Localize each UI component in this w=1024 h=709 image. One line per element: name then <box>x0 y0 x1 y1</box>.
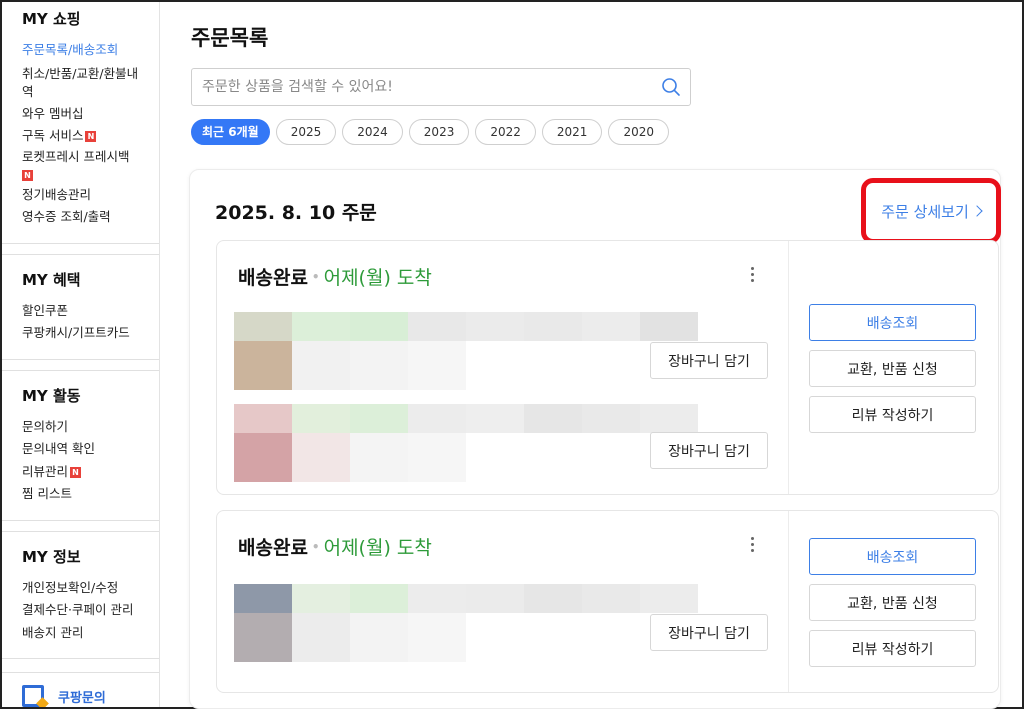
period-filter: 최근 6개월 2025 2024 2023 2022 2021 2020 <box>191 119 669 145</box>
sidebar-item-subscription[interactable]: 구독 서비스 N <box>22 125 159 148</box>
sidebar-item-orders[interactable]: 주문목록/배송조회 <box>22 39 159 62</box>
shipment-group: 배송완료 • 어제(월) 도착 장바구니 담기 배송조회 교환, 반품 신청 리뷰 … <box>216 510 999 693</box>
product-image-blurred <box>234 404 698 482</box>
period-chip-2025[interactable]: 2025 <box>275 119 337 145</box>
period-chip-2020[interactable]: 2020 <box>608 119 669 145</box>
sidebar-section-title: MY 정보 <box>22 547 81 566</box>
new-badge: N <box>85 131 97 142</box>
add-to-cart-button[interactable]: 장바구니 담기 <box>650 342 768 379</box>
sidebar-item-label: 구독 서비스 <box>22 128 84 143</box>
sidebar-item-reviews[interactable]: 리뷰관리 N <box>22 461 159 484</box>
sidebar-item-receipts[interactable]: 영수증 조회/출력 <box>22 206 159 229</box>
sidebar-item-personal-info[interactable]: 개인정보확인/수정 <box>22 577 159 600</box>
sidebar-item-inquiry[interactable]: 문의하기 <box>22 416 159 439</box>
shipment-status: 배송완료 • 어제(월) 도착 <box>238 533 432 560</box>
sidebar: MY 쇼핑 주문목록/배송조회 취소/반품/교환/환불내역 와우 멤버십 구독 … <box>2 2 160 707</box>
sidebar-item-wow-membership[interactable]: 와우 멤버십 <box>22 103 159 126</box>
sidebar-item-coupons[interactable]: 할인쿠폰 <box>22 300 159 323</box>
sidebar-item-payment-methods[interactable]: 결제수단·쿠페이 관리 <box>22 599 159 622</box>
new-badge: N <box>70 466 82 478</box>
write-review-button[interactable]: 리뷰 작성하기 <box>809 396 976 433</box>
coupang-inquiry-banner[interactable]: 쿠팡문의 <box>2 672 159 707</box>
shipment-items-panel: 배송완료 • 어제(월) 도착 장바구니 담기 장바구니 담기 <box>217 241 789 494</box>
product-image-blurred <box>234 312 698 390</box>
order-detail-label: 주문 상세보기 <box>881 202 969 221</box>
period-chip-2022[interactable]: 2022 <box>475 119 536 145</box>
sidebar-section-shopping: MY 쇼핑 주문목록/배송조회 취소/반품/교환/환불내역 와우 멤버십 구독 … <box>2 2 159 244</box>
exchange-return-button[interactable]: 교환, 반품 신청 <box>809 350 976 387</box>
main-content: 주문목록 최근 6개월 2025 2024 2023 2022 2021 202… <box>160 2 1020 709</box>
order-detail-link[interactable]: 주문 상세보기 <box>861 178 1001 244</box>
order-search-box <box>191 68 691 106</box>
sidebar-item-label: 로켓프레시 프레시백 <box>22 148 130 164</box>
period-chip-2023[interactable]: 2023 <box>408 119 470 145</box>
sidebar-section-activity: MY 활동 문의하기 문의내역 확인 리뷰관리 N 찜 리스트 <box>2 369 159 521</box>
more-options-icon[interactable] <box>746 537 758 557</box>
sidebar-section-info: MY 정보 개인정보확인/수정 결제수단·쿠페이 관리 배송지 관리 <box>2 530 159 659</box>
sidebar-section-title: MY 활동 <box>22 386 81 405</box>
separator-dot: • <box>311 270 320 284</box>
delivery-status-label: 배송완료 <box>238 267 308 289</box>
sidebar-section-title: MY 쇼핑 <box>22 10 81 28</box>
add-to-cart-button[interactable]: 장바구니 담기 <box>650 432 768 469</box>
track-delivery-button[interactable]: 배송조회 <box>809 538 976 575</box>
shipment-items-panel: 배송완료 • 어제(월) 도착 장바구니 담기 <box>217 511 789 692</box>
sidebar-item-returns[interactable]: 취소/반품/교환/환불내역 <box>22 65 147 101</box>
sidebar-item-inquiry-history[interactable]: 문의내역 확인 <box>22 438 159 461</box>
coupang-inquiry-label: 쿠팡문의 <box>58 690 106 706</box>
add-to-cart-button[interactable]: 장바구니 담기 <box>650 614 768 651</box>
new-badge: N <box>22 169 33 181</box>
page-title: 주문목록 <box>191 26 269 50</box>
period-chip-recent-6-months[interactable]: 최근 6개월 <box>191 119 270 145</box>
order-search-input[interactable] <box>192 69 642 105</box>
period-chip-2024[interactable]: 2024 <box>342 119 403 145</box>
order-date: 2025. 8. 10 주문 <box>215 202 377 224</box>
sidebar-item-addresses[interactable]: 배송지 관리 <box>22 622 159 645</box>
shipment-group: 배송완료 • 어제(월) 도착 장바구니 담기 장바구니 담기 배송조회 교환, 반… <box>216 240 999 495</box>
sidebar-item-cash-giftcard[interactable]: 쿠팡캐시/기프트카드 <box>22 322 159 345</box>
memo-pencil-icon <box>22 685 44 707</box>
sidebar-section-benefits: MY 혜택 할인쿠폰 쿠팡캐시/기프트카드 <box>2 253 159 360</box>
search-icon[interactable] <box>661 77 681 97</box>
separator-dot: • <box>311 540 320 554</box>
delivery-eta: 어제(월) 도착 <box>323 267 432 289</box>
chevron-right-icon <box>971 205 983 217</box>
sidebar-item-wishlist[interactable]: 찜 리스트 <box>22 483 159 506</box>
sidebar-section-title: MY 혜택 <box>22 270 81 289</box>
track-delivery-button[interactable]: 배송조회 <box>809 304 976 341</box>
write-review-button[interactable]: 리뷰 작성하기 <box>809 630 976 667</box>
delivery-status-label: 배송완료 <box>238 537 308 559</box>
sidebar-item-label: 리뷰관리 <box>22 463 69 479</box>
more-options-icon[interactable] <box>746 267 758 287</box>
sidebar-item-regular-delivery[interactable]: 정기배송관리 <box>22 184 159 207</box>
product-image-blurred <box>234 584 698 662</box>
period-chip-2021[interactable]: 2021 <box>541 119 603 145</box>
sidebar-item-freshbag[interactable]: 로켓프레시 프레시백 N <box>22 148 159 184</box>
shipment-status: 배송완료 • 어제(월) 도착 <box>238 263 432 290</box>
delivery-eta: 어제(월) 도착 <box>323 537 432 559</box>
exchange-return-button[interactable]: 교환, 반품 신청 <box>809 584 976 621</box>
